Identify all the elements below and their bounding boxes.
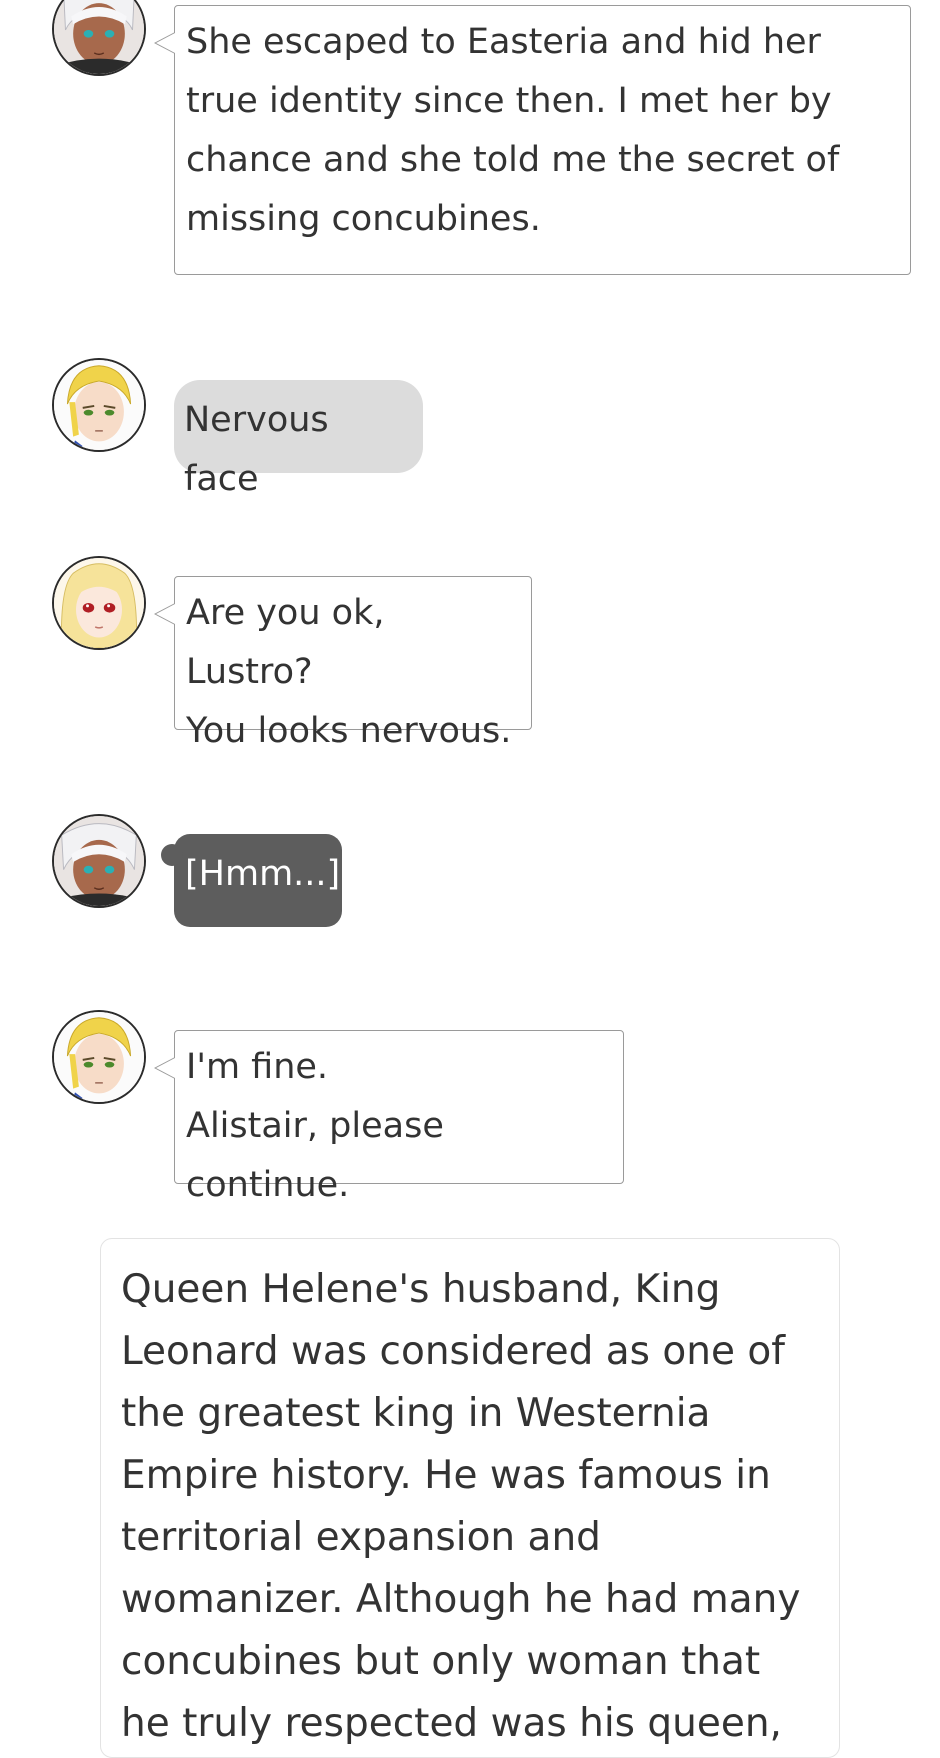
- speech-bubble: I'm fine. Alistair, please continue.: [154, 1030, 624, 1205]
- blonde-male-character-avatar[interactable]: [52, 358, 146, 452]
- thought-bubble: [Hmm...]: [161, 834, 342, 927]
- blonde-female-character-avatar[interactable]: [52, 556, 146, 650]
- speech-bubble: Are you ok, Lustro? You looks nervous.: [154, 576, 532, 751]
- narration-box: Queen Helene's husband, King Leonard was…: [100, 1238, 840, 1758]
- action-bubble: Nervous face: [174, 380, 423, 499]
- silver-haired-character-avatar[interactable]: [52, 0, 146, 76]
- blonde-male-character-avatar[interactable]: [52, 1010, 146, 1104]
- silver-haired-character-avatar[interactable]: [52, 814, 146, 908]
- narration-text: Queen Helene's husband, King Leonard was…: [121, 1267, 801, 1746]
- speech-bubble: She escaped to Easteria and hid her true…: [154, 5, 911, 275]
